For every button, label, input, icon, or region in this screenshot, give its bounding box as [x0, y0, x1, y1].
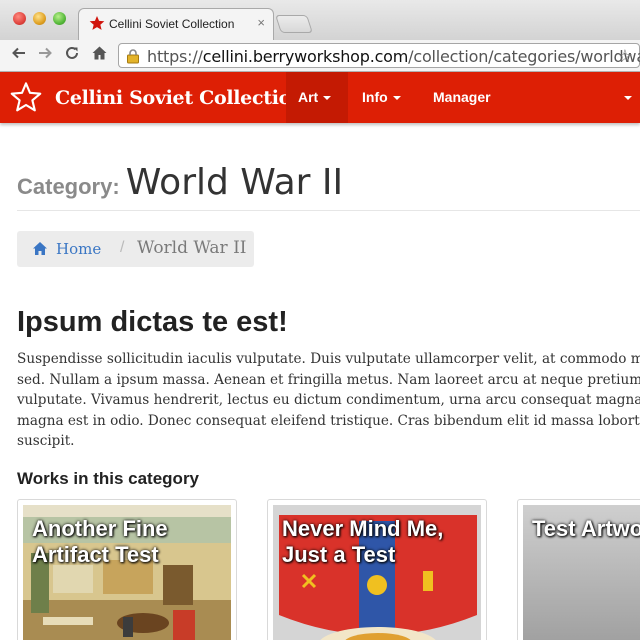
- article-body: Suspendisse sollicitudin iaculis vulputa…: [17, 349, 640, 452]
- nav-info-label: Info: [362, 89, 388, 105]
- work-card-never-mind-me[interactable]: Never Mind Me, Just a Test: [267, 499, 487, 640]
- nav-art-dropdown[interactable]: Art: [286, 72, 348, 123]
- body-line: magna est in odio. Donec consequat eleif…: [17, 412, 640, 429]
- nav-art-label: Art: [298, 89, 319, 105]
- lock-icon: [125, 48, 141, 69]
- caret-down-icon: [323, 96, 332, 101]
- minimize-window-button[interactable]: [33, 12, 46, 25]
- tab-title: Cellini Soviet Collection: [109, 17, 235, 31]
- work-title: Another Fine Artifact Test: [32, 516, 168, 567]
- breadcrumb-current: World War II: [137, 238, 247, 258]
- home-icon[interactable]: [91, 45, 108, 66]
- site-navbar: Cellini Soviet Collection Art Info Manag…: [0, 72, 640, 123]
- page-header: Category: World War II: [17, 162, 343, 203]
- new-tab-button[interactable]: [275, 15, 313, 33]
- work-title: Test Artwo: [532, 516, 640, 541]
- address-bar[interactable]: https://cellini.berryworkshop.com/collec…: [118, 43, 640, 68]
- tab-close-icon[interactable]: ×: [257, 15, 265, 30]
- body-line: sed. Nullam a ipsum massa. Aenean et fri…: [17, 371, 640, 388]
- category-label: Category:: [17, 174, 120, 199]
- url-scheme: https://: [147, 47, 203, 66]
- nav-manager-label: Manager: [433, 89, 491, 105]
- caret-down-icon: [392, 96, 401, 101]
- article-heading: Ipsum dictas te est!: [17, 306, 288, 338]
- breadcrumb-separator: /: [120, 239, 125, 256]
- red-star-favicon-icon: [89, 15, 105, 36]
- bookmark-star-icon[interactable]: ☆: [617, 46, 633, 67]
- zoom-window-button[interactable]: [53, 12, 66, 25]
- header-divider: [17, 210, 640, 211]
- browser-toolbar: https://cellini.berryworkshop.com/collec…: [0, 40, 640, 72]
- star-logo-icon[interactable]: [10, 81, 42, 118]
- url-path: /collection/categories/worldwa...: [408, 47, 640, 66]
- brand-title[interactable]: Cellini Soviet Collection: [55, 87, 305, 109]
- home-icon[interactable]: [32, 241, 48, 261]
- nav-overflow-dropdown[interactable]: [618, 72, 638, 123]
- url-host: cellini.berryworkshop.com: [202, 47, 409, 66]
- browser-tab-strip: Cellini Soviet Collection ×: [0, 0, 640, 40]
- reload-icon[interactable]: [64, 45, 80, 66]
- nav-manager-link[interactable]: Manager: [421, 72, 503, 123]
- works-heading: Works in this category: [17, 469, 200, 488]
- page-title: World War II: [125, 162, 344, 203]
- close-window-button[interactable]: [13, 12, 26, 25]
- caret-down-icon: [624, 96, 632, 101]
- forward-icon[interactable]: [37, 45, 53, 66]
- work-title: Never Mind Me, Just a Test: [282, 516, 444, 567]
- body-line: vulputate. Vivamus hendrerit, lectus eu …: [17, 392, 640, 408]
- body-line: Suspendisse sollicitudin iaculis vulputa…: [17, 351, 640, 367]
- browser-tab[interactable]: Cellini Soviet Collection ×: [78, 8, 274, 40]
- breadcrumb: Home / World War II: [17, 231, 254, 267]
- work-card-another-fine-artifact-test[interactable]: Another Fine Artifact Test: [17, 499, 237, 640]
- nav-info-dropdown[interactable]: Info: [350, 72, 413, 123]
- breadcrumb-home-link[interactable]: Home: [56, 240, 101, 258]
- body-line: suscipit.: [17, 433, 75, 449]
- work-card-test-artwork[interactable]: Test Artwo: [517, 499, 640, 640]
- back-icon[interactable]: [11, 45, 27, 66]
- url-text: https://cellini.berryworkshop.com/collec…: [147, 47, 640, 66]
